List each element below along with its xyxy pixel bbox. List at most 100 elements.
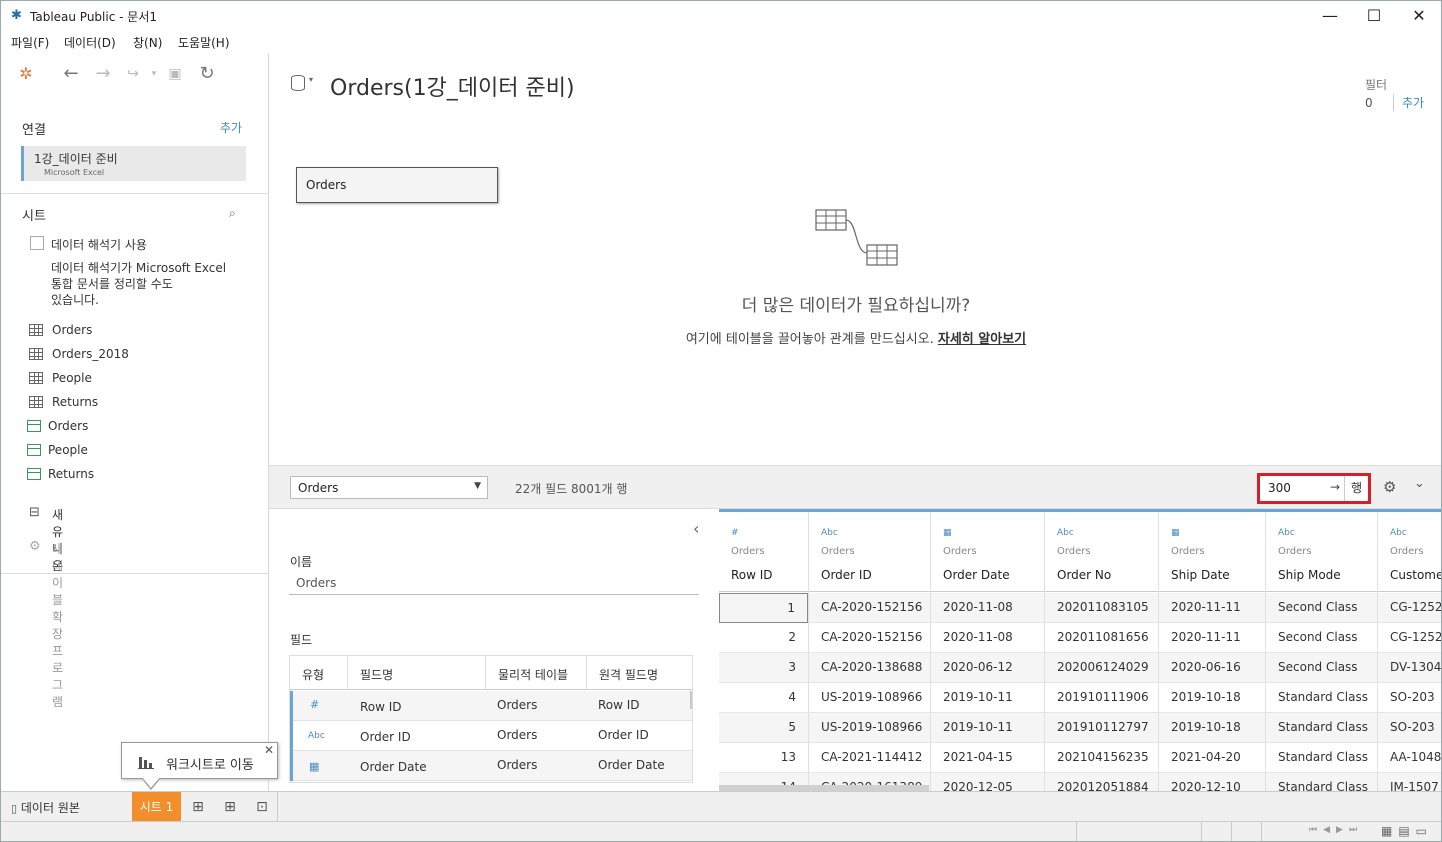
grid-cell[interactable]: CA-2020-138688 [809, 653, 930, 683]
grid-cell[interactable]: SO-203 [1378, 683, 1441, 713]
grid-cell[interactable]: 2020-11-08 [931, 593, 1044, 623]
grid-cell[interactable]: 4 [719, 683, 808, 713]
grid-cell[interactable]: 5 [719, 713, 808, 743]
grid-cell[interactable]: 2019-10-18 [1159, 683, 1265, 713]
table-select[interactable]: Orders ▼ [290, 476, 488, 499]
view-mode-icons[interactable]: ▦▤▭ [1381, 824, 1433, 838]
menu-window[interactable]: 창(N) [133, 34, 162, 51]
add-filter-link[interactable]: 추가 [1393, 94, 1424, 111]
grid-cell[interactable]: 202104156235 [1045, 743, 1158, 773]
maximize-button[interactable]: ☐ [1351, 1, 1397, 31]
close-icon[interactable]: ✕ [264, 743, 274, 757]
go-to-worksheet-tooltip[interactable]: 워크시트로 이동 ✕ [121, 742, 278, 779]
grid-cell[interactable]: 202011081656 [1045, 623, 1158, 653]
grid-cell[interactable]: Standard Class [1266, 743, 1377, 773]
menu-file[interactable]: 파일(F) [11, 34, 49, 51]
grid-column-header[interactable]: # Orders Row ID [719, 512, 808, 592]
field-row[interactable]: Abc Order ID Orders Order ID [290, 721, 692, 751]
grid-cell[interactable]: US-2019-108966 [809, 713, 930, 743]
row-limit-input[interactable]: 300 [1268, 481, 1291, 495]
grid-cell[interactable]: CA-2021-114412 [809, 743, 930, 773]
sheet-nav-icons[interactable]: ⏮◀▶⏭ [1309, 825, 1363, 835]
grid-cell[interactable]: 2019-10-11 [931, 683, 1044, 713]
add-connection-link[interactable]: 추가 [220, 119, 242, 136]
col-header-physical-table[interactable]: 물리적 테이블 [486, 656, 587, 690]
string-type-icon[interactable]: Abc [1278, 528, 1295, 538]
grid-column-header[interactable]: Abc Orders Custome [1378, 512, 1441, 592]
chevron-down-icon[interactable]: ⌄ [1414, 476, 1425, 491]
grid-cell[interactable]: 202012051884 [1045, 773, 1158, 791]
apply-arrow-icon[interactable]: → [1330, 480, 1340, 494]
interpreter-checkbox[interactable] [30, 236, 44, 250]
grid-column-header[interactable]: ▦ Orders Ship Date [1159, 512, 1265, 592]
close-button[interactable]: ✕ [1396, 1, 1441, 31]
scrollbar-thumb[interactable] [690, 691, 692, 709]
datasource-dropdown-icon[interactable]: ▾ [309, 75, 313, 84]
tableau-home-icon[interactable]: ✲ [15, 63, 37, 85]
grid-cell[interactable]: CG-1252 [1378, 593, 1441, 623]
new-story-icon[interactable]: ⊡ [251, 797, 273, 817]
grid-cell[interactable]: Standard Class [1266, 683, 1377, 713]
grid-cell[interactable]: 2020-11-08 [931, 623, 1044, 653]
col-header-type[interactable]: 유형 [290, 656, 348, 690]
redo-icon[interactable]: ↪ [122, 63, 144, 85]
date-type-icon[interactable]: ▦ [309, 760, 319, 773]
search-icon[interactable]: ⌕ [229, 206, 236, 221]
grid-cell[interactable]: IM-1507 [1378, 773, 1441, 791]
rows-unit-label[interactable]: 행 [1344, 476, 1368, 501]
grid-cell[interactable]: Standard Class [1266, 773, 1377, 791]
tab-sheet-1[interactable]: 시트 1 [132, 792, 181, 822]
number-type-icon[interactable]: # [731, 528, 739, 538]
grid-cell[interactable]: 201910112797 [1045, 713, 1158, 743]
grid-cell[interactable]: US-2019-108966 [809, 683, 930, 713]
grid-cell[interactable]: DV-1304 [1378, 653, 1441, 683]
datasource-title[interactable]: Orders(1강_데이터 준비) [330, 70, 575, 102]
grid-cell[interactable]: 201910111906 [1045, 683, 1158, 713]
grid-cell[interactable]: 2020-11-11 [1159, 593, 1265, 623]
grid-cell[interactable]: 2020-12-10 [1159, 773, 1265, 791]
string-type-icon[interactable]: Abc [1057, 528, 1074, 538]
grid-cell[interactable]: SO-203 [1378, 713, 1441, 743]
grid-column-header[interactable]: Abc Orders Ship Mode [1266, 512, 1377, 592]
learn-more-link[interactable]: 자세히 알아보기 [938, 332, 1026, 347]
minimize-button[interactable]: — [1307, 1, 1353, 31]
menu-data[interactable]: 데이터(D) [64, 34, 116, 51]
grid-column-header[interactable]: ▦ Orders Order Date [931, 512, 1044, 592]
date-type-icon[interactable]: ▦ [943, 528, 952, 538]
connection-item[interactable]: 1강_데이터 준비 Microsoft Excel [21, 146, 246, 181]
grid-cell[interactable]: 2 [719, 623, 808, 653]
gear-icon[interactable]: ⚙ [1383, 478, 1396, 496]
new-dashboard-icon[interactable]: ⊞ [219, 797, 241, 817]
grid-cell[interactable]: 1 [719, 593, 808, 623]
string-type-icon[interactable]: Abc [821, 528, 838, 538]
grid-cell[interactable]: CG-1252 [1378, 623, 1441, 653]
grid-cell[interactable]: 2020-06-16 [1159, 653, 1265, 683]
grid-cell[interactable]: AA-1048 [1378, 743, 1441, 773]
grid-cell[interactable]: CA-2020-152156 [809, 623, 930, 653]
grid-cell[interactable]: 13 [719, 743, 808, 773]
menu-help[interactable]: 도움말(H) [178, 34, 230, 51]
grid-cell[interactable]: Second Class [1266, 623, 1377, 653]
grid-cell[interactable]: 202006124029 [1045, 653, 1158, 683]
date-type-icon[interactable]: ▦ [1171, 528, 1180, 538]
grid-cell[interactable]: Second Class [1266, 653, 1377, 683]
string-type-icon[interactable]: Abc [1390, 528, 1407, 538]
datasource-icon[interactable] [291, 75, 305, 91]
save-icon[interactable]: ▣ [164, 63, 186, 85]
grid-cell[interactable]: 2021-04-15 [931, 743, 1044, 773]
field-row[interactable]: # Row ID Orders Row ID [290, 691, 692, 721]
back-icon[interactable]: ← [60, 63, 82, 85]
grid-cell[interactable]: 3 [719, 653, 808, 683]
string-type-icon[interactable]: Abc [308, 731, 325, 741]
grid-cell[interactable]: 2021-04-20 [1159, 743, 1265, 773]
grid-cell[interactable]: 2020-06-12 [931, 653, 1044, 683]
redo-dropdown-icon[interactable]: ▾ [143, 63, 165, 85]
tab-data-source[interactable]: ▯ 데이터 원본 [1, 792, 131, 822]
refresh-icon[interactable]: ↻ [196, 63, 218, 85]
grid-cell[interactable]: 2019-10-11 [931, 713, 1044, 743]
forward-icon[interactable]: → [92, 63, 114, 85]
grid-cell[interactable]: CA-2020-152156 [809, 593, 930, 623]
grid-cell[interactable]: 202011083105 [1045, 593, 1158, 623]
grid-column-header[interactable]: Abc Orders Order ID [809, 512, 930, 592]
new-worksheet-icon[interactable]: ⊞ [187, 797, 209, 817]
